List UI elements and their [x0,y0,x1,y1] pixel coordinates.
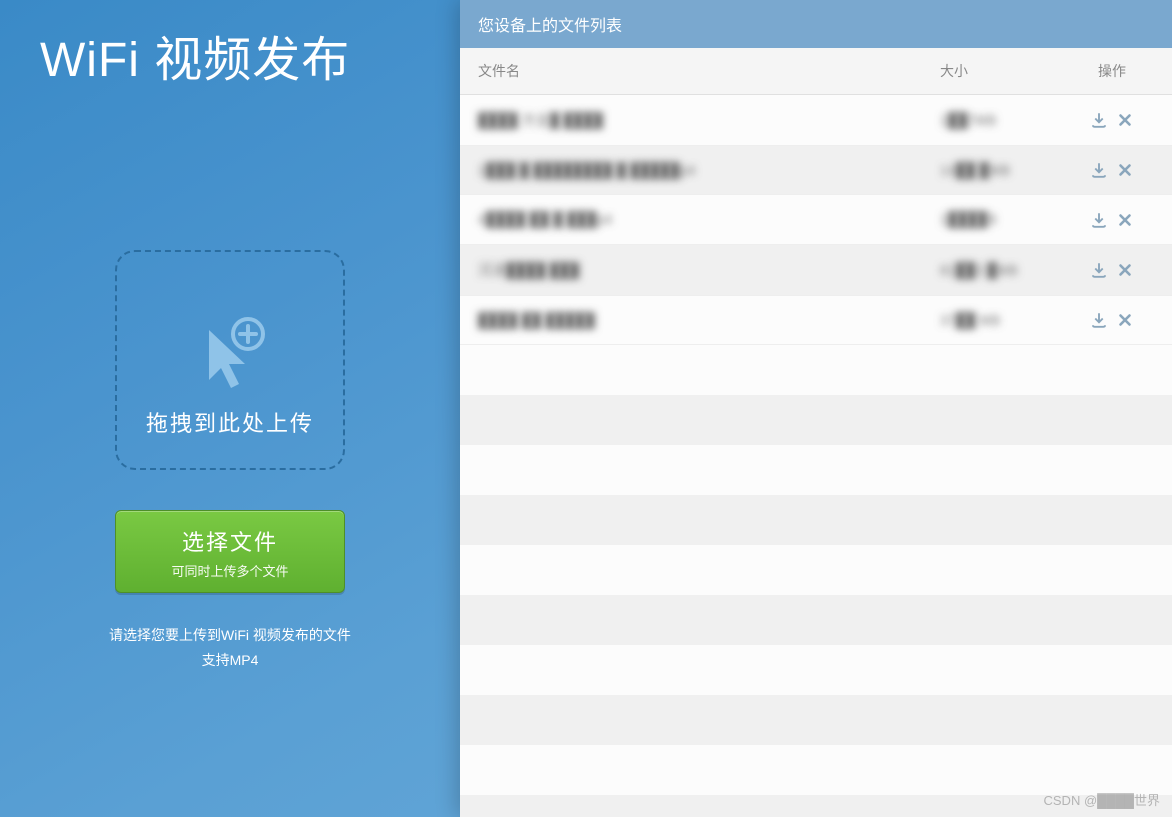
file-size: 37██ MB [922,295,1052,344]
file-name: 4████ ██ █ ███p4 [460,195,922,244]
file-size: 1████B [922,195,1052,244]
choose-file-button[interactable]: 选择文件 可同时上传多个文件 [115,510,345,593]
empty-row [460,495,1172,545]
delete-icon[interactable] [1116,210,1134,228]
empty-row [460,645,1172,695]
col-filename: 文件名 [460,48,922,95]
file-size: 1██7MB [922,95,1052,146]
empty-row [460,445,1172,495]
app-title: WiFi 视频发布 [0,0,460,90]
table-row: 1███ █ ████████ █ █████p414██ █MB [460,146,1172,195]
empty-row [460,395,1172,445]
download-icon[interactable] [1090,260,1108,278]
col-size: 大小 [922,48,1052,95]
table-row: 沉浸████ ███81██3 █MB [460,244,1172,295]
choose-file-sub: 可同时上传多个文件 [116,561,344,580]
empty-row [460,745,1172,795]
panel-title: 您设备上的文件列表 [460,0,1172,48]
table-row: ████ ██ █████37██ MB [460,295,1172,344]
download-icon[interactable] [1090,311,1108,329]
watermark: CSDN @████世界 [1044,790,1161,809]
dropzone-label: 拖拽到此处上传 [117,406,343,438]
download-icon[interactable] [1090,161,1108,179]
file-name: ████ 方全█ ████ [460,95,922,146]
col-ops: 操作 [1052,48,1172,95]
empty-row [460,345,1172,395]
dropzone[interactable]: 拖拽到此处上传 [115,250,345,470]
choose-file-label: 选择文件 [116,525,344,557]
file-size: 81██3 █MB [922,244,1052,295]
file-list-panel: 您设备上的文件列表 文件名 大小 操作 ████ 方全█ ████1██7MB1… [460,0,1172,817]
file-table: 文件名 大小 操作 ████ 方全█ ████1██7MB1███ █ ████… [460,48,1172,345]
delete-icon[interactable] [1116,260,1134,278]
delete-icon[interactable] [1116,111,1134,129]
download-icon[interactable] [1090,210,1108,228]
upload-cursor-icon [185,310,275,405]
file-size: 14██ █MB [922,146,1052,195]
table-row: ████ 方全█ ████1██7MB [460,95,1172,146]
table-row: 4████ ██ █ ███p41████B [460,195,1172,244]
file-name: 沉浸████ ███ [460,244,922,295]
delete-icon[interactable] [1116,161,1134,179]
empty-row [460,695,1172,745]
delete-icon[interactable] [1116,311,1134,329]
empty-row [460,595,1172,645]
help-text: 请选择您要上传到WiFi 视频发布的文件 支持MP4 [0,623,460,673]
download-icon[interactable] [1090,111,1108,129]
empty-row [460,545,1172,595]
file-name: ████ ██ █████ [460,295,922,344]
file-name: 1███ █ ████████ █ █████p4 [460,146,922,195]
